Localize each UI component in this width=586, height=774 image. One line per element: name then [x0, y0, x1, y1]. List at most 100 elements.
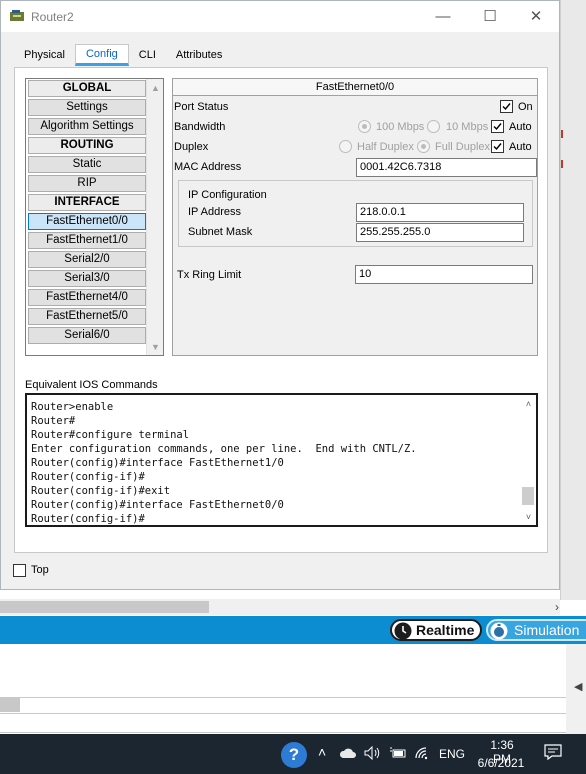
window-title: Router2	[31, 10, 74, 24]
close-button[interactable]: ✕	[514, 3, 558, 29]
checkmark-icon	[493, 143, 502, 151]
top-checkbox[interactable]	[13, 564, 26, 577]
half-duplex-label: Half Duplex	[357, 141, 414, 153]
notification-icon[interactable]	[544, 744, 562, 760]
console-scroll-thumb[interactable]	[522, 487, 534, 505]
realtime-label: Realtime	[416, 622, 475, 638]
subnet-mask-field[interactable]: 255.255.255.0	[356, 223, 524, 242]
subnet-mask-label: Subnet Mask	[188, 226, 253, 238]
link-indicator	[561, 130, 563, 138]
config-panel: GLOBAL Settings Algorithm Settings ROUTI…	[14, 67, 548, 553]
half-duplex-radio[interactable]	[339, 140, 352, 153]
tx-ring-limit-field[interactable]: 10	[355, 265, 533, 284]
realtime-mode-button[interactable]: Realtime	[390, 619, 482, 641]
ip-address-field[interactable]: 218.0.0.1	[356, 203, 524, 222]
tab-bar: Physical Config CLI Attributes	[14, 44, 232, 66]
clock-date[interactable]: 6/6/2021	[476, 756, 526, 770]
nav-scrollbar[interactable]: ▲ ▼	[146, 79, 163, 355]
tab-config[interactable]: Config	[74, 44, 129, 66]
ios-commands-console[interactable]: Router>enable Router# Router#configure t…	[25, 393, 538, 527]
workspace-right-strip	[560, 0, 586, 600]
ip-configuration-group: IP Configuration IP Address 218.0.0.1 Su…	[178, 180, 533, 247]
bandwidth-10-radio[interactable]	[427, 120, 440, 133]
chevron-left-icon[interactable]: ◀	[574, 680, 582, 693]
maximize-icon: ☐	[483, 8, 497, 25]
nav-header-interface: INTERFACE	[28, 194, 146, 211]
nav-item-algorithm-settings[interactable]: Algorithm Settings	[28, 118, 146, 135]
port-status-checkbox[interactable]	[500, 100, 513, 113]
nav-item-fastethernet1-0[interactable]: FastEthernet1/0	[28, 232, 146, 249]
screen: Router2 — ☐ ✕ Physical Config CLI Attrib…	[0, 0, 586, 774]
nav-item-static[interactable]: Static	[28, 156, 146, 173]
ip-address-label: IP Address	[188, 206, 241, 218]
bandwidth-100-radio[interactable]	[358, 120, 371, 133]
stopwatch-icon	[490, 622, 508, 640]
speaker-icon[interactable]	[364, 746, 382, 760]
nav-item-serial6-0[interactable]: Serial6/0	[28, 327, 146, 344]
minimize-button[interactable]: —	[421, 3, 465, 29]
battery-plug-icon[interactable]	[389, 746, 407, 760]
nav-item-fastethernet5-0[interactable]: FastEthernet5/0	[28, 308, 146, 325]
minimize-icon: —	[435, 7, 451, 25]
nav-item-fastethernet0-0[interactable]: FastEthernet0/0	[28, 213, 146, 230]
nav-header-routing: ROUTING	[28, 137, 146, 154]
bandwidth-label: Bandwidth	[174, 121, 226, 133]
router-icon	[10, 10, 24, 21]
full-duplex-radio[interactable]	[417, 140, 430, 153]
ios-commands-text: Router>enable Router# Router#configure t…	[31, 401, 417, 525]
windows-taskbar: ? ˄ ENG 1:36 PM 6/6/2021	[0, 734, 586, 774]
tx-ring-limit-label: Tx Ring Limit	[177, 269, 242, 281]
chevron-up-icon[interactable]: ˄	[318, 744, 326, 760]
close-icon: ✕	[529, 8, 543, 25]
nav-item-rip[interactable]: RIP	[28, 175, 146, 192]
clock-icon	[394, 622, 412, 640]
full-duplex-label: Full Duplex	[435, 141, 491, 153]
help-icon[interactable]: ?	[281, 742, 307, 768]
bandwidth-10-label: 10 Mbps	[446, 121, 489, 133]
nav-item-serial3-0[interactable]: Serial3/0	[28, 270, 146, 287]
duplex-label: Duplex	[174, 141, 209, 153]
duplex-auto-label: Auto	[509, 141, 532, 153]
tab-attributes[interactable]: Attributes	[166, 44, 232, 66]
tab-physical[interactable]: Physical	[14, 44, 75, 66]
nav-header-global: GLOBAL	[28, 80, 146, 97]
simulation-label: Simulation	[514, 622, 580, 638]
nav-item-settings[interactable]: Settings	[28, 99, 146, 116]
chevron-up-icon[interactable]: ˄	[520, 395, 537, 412]
bottom-scroll-thumb[interactable]	[0, 698, 20, 712]
chevron-down-icon[interactable]: ˅	[520, 508, 537, 525]
cloud-icon[interactable]	[339, 747, 357, 759]
console-scrollbar[interactable]: ˄ ˅	[520, 395, 536, 525]
workspace-bottom-row	[0, 713, 566, 733]
simulation-mode-button[interactable]: Simulation	[486, 619, 586, 641]
checkmark-icon	[502, 103, 511, 111]
mac-address-field[interactable]: 0001.42C6.7318	[356, 158, 537, 177]
bandwidth-auto-checkbox[interactable]	[491, 120, 504, 133]
interface-title: FastEthernet0/0	[173, 79, 537, 96]
language-indicator[interactable]: ENG	[439, 747, 465, 761]
chevron-right-icon[interactable]: ›	[555, 600, 559, 614]
maximize-button[interactable]: ☐	[468, 3, 512, 29]
workspace-hscrollbar[interactable]	[0, 599, 560, 615]
duplex-auto-checkbox[interactable]	[491, 140, 504, 153]
hscroll-thumb[interactable]	[0, 601, 209, 613]
nav-item-fastethernet4-0[interactable]: FastEthernet4/0	[28, 289, 146, 306]
tab-cli[interactable]: CLI	[129, 44, 166, 66]
router-window: Router2 — ☐ ✕ Physical Config CLI Attrib…	[0, 0, 560, 590]
config-nav-list: GLOBAL Settings Algorithm Settings ROUTI…	[27, 80, 147, 346]
title-bar[interactable]: Router2 — ☐ ✕	[1, 1, 559, 32]
checkmark-icon	[493, 123, 502, 131]
nav-item-serial2-0[interactable]: Serial2/0	[28, 251, 146, 268]
top-checkbox-label: Top	[31, 564, 49, 576]
workspace-bottom-panel	[0, 644, 566, 698]
chevron-down-icon[interactable]: ▼	[147, 338, 164, 355]
port-status-on-label: On	[518, 101, 533, 113]
interface-config: FastEthernet0/0 Port Status On Bandwidth…	[172, 78, 538, 356]
port-status-label: Port Status	[174, 101, 229, 113]
wifi-icon[interactable]	[414, 746, 432, 760]
bandwidth-auto-label: Auto	[509, 121, 532, 133]
mode-bar: Realtime Simulation	[0, 616, 586, 644]
chevron-up-icon[interactable]: ▲	[147, 79, 164, 96]
ip-configuration-title: IP Configuration	[188, 189, 267, 201]
config-nav: GLOBAL Settings Algorithm Settings ROUTI…	[25, 78, 164, 356]
